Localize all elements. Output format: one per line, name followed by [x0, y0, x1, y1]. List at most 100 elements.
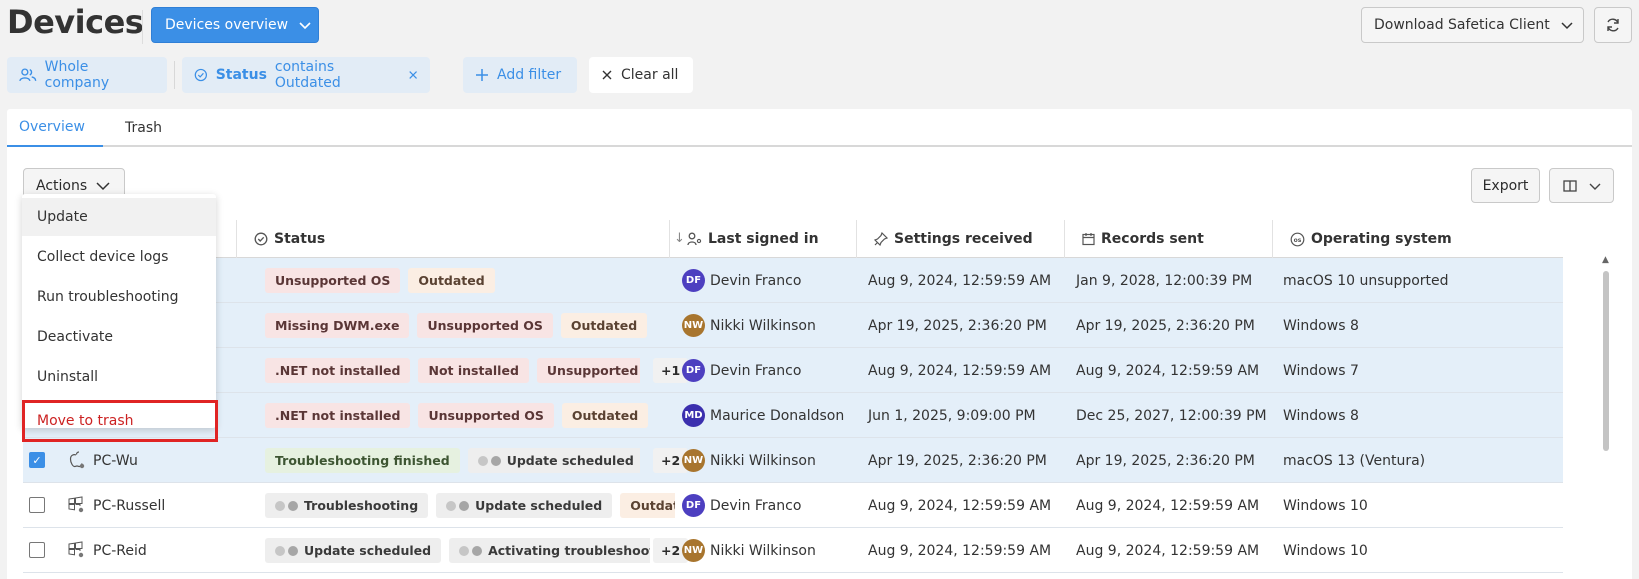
status-badge: Troubleshooting [265, 493, 429, 518]
user-name[interactable]: Devin Franco [710, 273, 801, 289]
column-header-operating-system[interactable]: os Operating system [1290, 220, 1452, 258]
pin-icon [874, 232, 888, 246]
device-name[interactable]: PC-Wu [93, 438, 138, 483]
column-header-settings-received[interactable]: Settings received [874, 220, 1033, 258]
menu-item-uninstall[interactable]: Uninstall [22, 358, 216, 396]
export-button[interactable]: Export [1471, 168, 1540, 203]
user-name[interactable]: Nikki Wilkinson [710, 543, 816, 559]
menu-item-run-troubleshooting[interactable]: Run troubleshooting [22, 278, 216, 316]
status-badge: Not installed [418, 358, 529, 383]
settings-received-cell: Jun 1, 2025, 9:09:00 PM [868, 407, 1036, 424]
column-header-settings-received-label: Settings received [894, 231, 1033, 247]
status-badge: Update scheduled [436, 493, 613, 518]
actions-menu: Update Collect device logs Run troublesh… [22, 194, 218, 442]
tab-trash[interactable]: Trash [113, 109, 174, 147]
user-name[interactable]: Nikki Wilkinson [710, 453, 816, 469]
last-signed-in-cell: NW Nikki Wilkinson [682, 438, 816, 483]
status-badges: Update scheduled Activating troubleshoot… [265, 528, 650, 573]
row-checkbox[interactable]: ✓ [29, 452, 45, 468]
status-filter-chip[interactable]: Status contains Outdated [182, 57, 430, 93]
settings-received-cell: Apr 19, 2025, 2:36:20 PM [868, 452, 1047, 469]
menu-item-deactivate[interactable]: Deactivate [22, 318, 216, 356]
column-header-operating-system-label: Operating system [1311, 231, 1452, 247]
table-row[interactable]: Unsupported OS Outdated DF Devin Franco … [23, 258, 1563, 303]
title-divider [142, 10, 143, 44]
tab-overview[interactable]: Overview [7, 109, 103, 147]
status-badge: .NET not installed [265, 403, 411, 428]
settings-received-cell: Apr 19, 2025, 2:36:20 PM [868, 317, 1047, 334]
user-name[interactable]: Devin Franco [710, 363, 801, 379]
pending-dots-icon [459, 545, 483, 556]
last-signed-in-cell: DF Devin Franco [682, 483, 801, 528]
user-name[interactable]: Devin Franco [710, 498, 801, 514]
sort-descending-icon[interactable]: ↓ [674, 231, 685, 246]
status-badges: Troubleshooting Update scheduled Outdate… [265, 483, 675, 528]
column-settings-button[interactable] [1549, 168, 1614, 203]
tab-bar: Overview Trash [7, 109, 1632, 147]
status-badge: Outdated [620, 493, 675, 518]
device-name[interactable]: PC-Reid [93, 528, 147, 573]
user-name[interactable]: Nikki Wilkinson [710, 318, 816, 334]
table-scrollbar[interactable]: ▲ [1600, 255, 1612, 579]
operating-system-cell: Windows 8 [1283, 407, 1359, 424]
records-sent-cell: Apr 19, 2025, 2:36:20 PM [1076, 452, 1255, 469]
menu-item-move-to-trash[interactable]: Move to trash [22, 400, 218, 442]
chevron-down-icon [1561, 22, 1573, 30]
status-badge-label: Activating troubleshooting [488, 543, 650, 558]
close-icon[interactable] [408, 69, 418, 81]
column-divider [669, 220, 670, 258]
row-checkbox[interactable] [29, 497, 45, 513]
status-badges: Unsupported OS Outdated [265, 258, 675, 303]
column-header-last-signed-in[interactable]: Last signed in [687, 220, 819, 258]
device-name[interactable]: PC-Russell [93, 483, 165, 528]
scope-filter-chip[interactable]: Whole company [7, 57, 167, 93]
table-row[interactable]: ✓ PC-Wu Troubleshooting finished Update … [23, 438, 1563, 483]
status-badge: Unsupported OS [417, 313, 553, 338]
pending-dots-icon [477, 455, 501, 466]
status-badge: Activating troubleshooting [449, 538, 650, 563]
last-signed-in-cell: DF Devin Franco [682, 258, 801, 303]
download-client-button[interactable]: Download Safetica Client [1361, 7, 1584, 43]
column-header-records-sent[interactable]: Records sent [1082, 220, 1204, 258]
clear-all-button[interactable]: Clear all [589, 57, 693, 93]
table-row[interactable]: .NET not installed Not installed Unsuppo… [23, 348, 1563, 393]
records-sent-cell: Jan 9, 2028, 12:00:39 PM [1076, 272, 1253, 289]
menu-item-collect-device-logs[interactable]: Collect device logs [22, 238, 216, 276]
status-badge: Unsupported OS [536, 358, 640, 383]
scope-filter-label: Whole company [44, 59, 110, 91]
status-badge: Missing DWM.exe [265, 313, 410, 338]
user-name[interactable]: Maurice Donaldson [710, 408, 844, 424]
status-badges: .NET not installed Not installed Unsuppo… [265, 348, 640, 393]
refresh-button[interactable] [1594, 7, 1632, 43]
table-row[interactable]: Missing DWM.exe Unsupported OS Outdated … [23, 303, 1563, 348]
settings-received-cell: Aug 9, 2024, 12:59:59 AM [868, 542, 1052, 559]
table-row[interactable]: .NET not installed Unsupported OS Outdat… [23, 393, 1563, 438]
row-checkbox[interactable] [29, 542, 45, 558]
view-select-button[interactable]: Devices overview [151, 7, 319, 43]
status-badges: Missing DWM.exe Unsupported OS Outdated [265, 303, 675, 348]
os-icon: os [1290, 232, 1305, 246]
page-title: Devices [7, 3, 144, 41]
status-badge: Outdated [561, 403, 649, 428]
last-signed-in-cell: NW Nikki Wilkinson [682, 303, 816, 348]
table-header: Status ↓ Last signed in Settings receive… [23, 220, 1563, 258]
table-row[interactable]: PC-Reid Update scheduled Activating trou… [23, 528, 1563, 573]
refresh-icon [1607, 18, 1619, 32]
scroll-up-arrow-icon[interactable]: ▲ [1602, 255, 1609, 265]
column-header-records-sent-label: Records sent [1101, 231, 1204, 247]
scrollbar-thumb[interactable] [1603, 271, 1609, 451]
status-badge-label: Troubleshooting [304, 498, 419, 513]
status-badge: Outdated [560, 313, 648, 338]
menu-item-update[interactable]: Update [22, 198, 216, 236]
users-icon [19, 68, 37, 82]
table-row[interactable]: PC-Russell Troubleshooting Update schedu… [23, 483, 1563, 528]
last-signed-in-cell: MD Maurice Donaldson [682, 393, 844, 438]
plus-icon [476, 69, 488, 81]
column-header-status[interactable]: Status [254, 220, 325, 258]
add-filter-button[interactable]: Add filter [463, 57, 577, 93]
clear-all-label: Clear all [621, 67, 679, 83]
user-key-icon [687, 232, 702, 246]
avatar: NW [682, 449, 705, 472]
add-filter-label: Add filter [497, 67, 562, 83]
pending-dots-icon [275, 500, 298, 511]
